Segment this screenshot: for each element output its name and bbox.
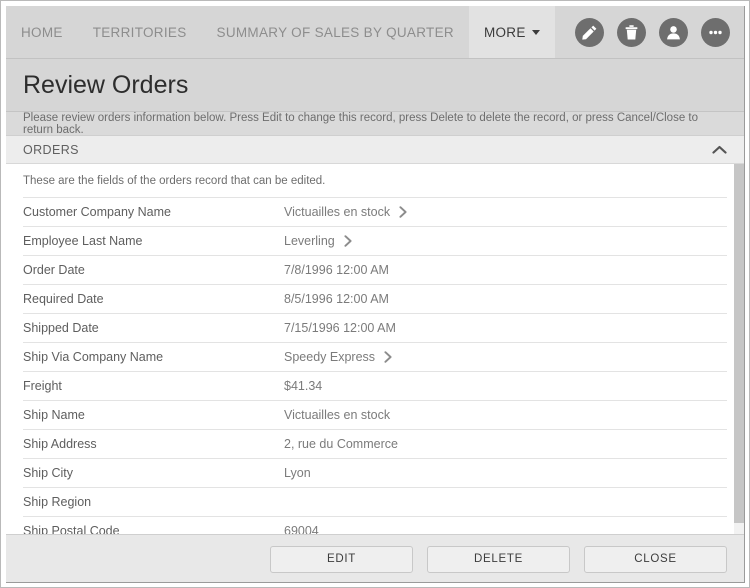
field-label: Ship Address xyxy=(23,437,97,451)
field-row[interactable]: Order Date 7/8/1996 12:00 AM xyxy=(23,255,727,284)
field-value-text: 69004 xyxy=(284,524,319,534)
field-value: 2, rue du Commerce xyxy=(284,437,727,451)
chevron-right-icon[interactable] xyxy=(344,235,353,247)
orders-fields-note: These are the fields of the orders recor… xyxy=(23,174,326,187)
field-value-text: Lyon xyxy=(284,466,311,480)
orders-section-title: ORDERS xyxy=(23,142,79,157)
field-value: 69004 xyxy=(284,524,727,534)
edit-button[interactable]: Edit xyxy=(270,545,413,573)
orders-fields-container: These are the fields of the orders recor… xyxy=(6,164,744,534)
field-row[interactable]: Freight $41.34 xyxy=(23,371,727,400)
action-button-bar: Edit Delete Close xyxy=(6,534,744,582)
nav-tab-label: Summary of Sales by Quarter xyxy=(216,24,454,40)
ellipsis-icon xyxy=(707,24,724,41)
page-title-bar: Review Orders xyxy=(6,59,744,112)
field-label: Customer Company Name xyxy=(23,205,171,219)
field-label: Required Date xyxy=(23,292,104,306)
field-value: $41.34 xyxy=(284,379,727,393)
field-value-text: 8/5/1996 12:00 AM xyxy=(284,292,389,306)
chevron-up-icon[interactable] xyxy=(712,145,727,155)
nav-tab-label: Home xyxy=(21,24,63,40)
trash-icon xyxy=(623,24,640,41)
field-value-text: Victuailles en stock xyxy=(284,408,391,422)
field-value-text: 2, rue du Commerce xyxy=(284,437,398,451)
page-title: Review Orders xyxy=(23,70,189,99)
field-value-text: Victuailles en stock xyxy=(284,205,391,219)
navigation-action-icons xyxy=(575,6,744,58)
field-value: Victuailles en stock xyxy=(284,408,727,422)
navigation-spacer xyxy=(555,6,575,58)
field-label: Ship Region xyxy=(23,495,92,509)
fields-scrollbar-track[interactable] xyxy=(734,164,744,534)
field-row[interactable]: Ship Via Company Name Speedy Express xyxy=(23,342,727,371)
account-icon-button[interactable] xyxy=(659,17,688,47)
field-row[interactable]: Ship Address 2, rue du Commerce xyxy=(23,429,727,458)
nav-tab-home[interactable]: Home xyxy=(6,6,78,58)
field-value: 7/15/1996 12:00 AM xyxy=(284,321,727,335)
nav-tab-label: More xyxy=(483,24,526,40)
orders-fields-scroll-area: These are the fields of the orders recor… xyxy=(6,164,744,534)
page-description-text: Please review orders information below. … xyxy=(23,111,699,136)
field-value-text: $41.34 xyxy=(284,379,323,393)
page-description-bar: Please review orders information below. … xyxy=(6,112,744,136)
navigation-tab-list: Home Territories Summary of Sales by Quart… xyxy=(6,6,555,58)
field-row[interactable]: Ship Name Victuailles en stock xyxy=(23,400,727,429)
orders-field-list: Customer Company Name Victuailles en stoc… xyxy=(23,197,727,534)
nav-tab-label: Territories xyxy=(92,24,187,40)
field-label: Ship Via Company Name xyxy=(23,350,164,364)
field-value: Leverling xyxy=(284,234,727,248)
field-value: Lyon xyxy=(284,466,727,480)
field-row[interactable]: Ship City Lyon xyxy=(23,458,727,487)
close-button[interactable]: Close xyxy=(584,545,727,573)
field-row[interactable]: Ship Region xyxy=(23,487,727,516)
field-row[interactable]: Employee Last Name Leverling xyxy=(23,226,727,255)
application-window: Home Territories Summary of Sales by Quart… xyxy=(0,0,750,588)
chevron-down-icon xyxy=(531,29,540,35)
orders-section-header[interactable]: ORDERS xyxy=(6,136,744,164)
edit-icon-button[interactable] xyxy=(575,17,604,47)
nav-tab-territories[interactable]: Territories xyxy=(78,6,202,58)
field-row[interactable]: Customer Company Name Victuailles en stoc… xyxy=(23,197,727,226)
delete-button[interactable]: Delete xyxy=(427,545,570,573)
chevron-right-icon[interactable] xyxy=(384,351,393,363)
field-label: Ship Postal Code xyxy=(23,524,120,534)
delete-icon-button[interactable] xyxy=(617,17,646,47)
fields-scrollbar-thumb[interactable] xyxy=(734,164,744,523)
field-row[interactable]: Shipped Date 7/15/1996 12:00 AM xyxy=(23,313,727,342)
field-value-text: 7/15/1996 12:00 AM xyxy=(284,321,396,335)
field-label: Ship City xyxy=(23,466,74,480)
field-row[interactable]: Required Date 8/5/1996 12:00 AM xyxy=(23,284,727,313)
field-row[interactable]: Ship Postal Code 69004 xyxy=(23,516,727,534)
field-value-text: Speedy Express xyxy=(284,350,376,364)
field-label: Employee Last Name xyxy=(23,234,143,248)
chevron-right-icon[interactable] xyxy=(399,206,408,218)
nav-tab-summary-of-sales-by-quarter[interactable]: Summary of Sales by Quarter xyxy=(202,6,469,58)
field-label: Freight xyxy=(23,379,62,393)
field-value: 8/5/1996 12:00 AM xyxy=(284,292,727,306)
more-actions-icon-button[interactable] xyxy=(701,17,730,47)
nav-tab-more[interactable]: More xyxy=(468,6,555,58)
pencil-icon xyxy=(581,24,598,41)
field-label: Shipped Date xyxy=(23,321,99,335)
top-navigation-bar: Home Territories Summary of Sales by Quart… xyxy=(6,6,744,59)
application-viewport: Home Territories Summary of Sales by Quart… xyxy=(6,6,745,583)
field-label: Order Date xyxy=(23,263,85,277)
field-label: Ship Name xyxy=(23,408,85,422)
field-value: Speedy Express xyxy=(284,350,727,364)
field-value: Victuailles en stock xyxy=(284,205,727,219)
field-value-text: 7/8/1996 12:00 AM xyxy=(284,263,389,277)
field-value: 7/8/1996 12:00 AM xyxy=(284,263,727,277)
user-icon xyxy=(665,24,682,41)
field-value-text: Leverling xyxy=(284,234,335,248)
